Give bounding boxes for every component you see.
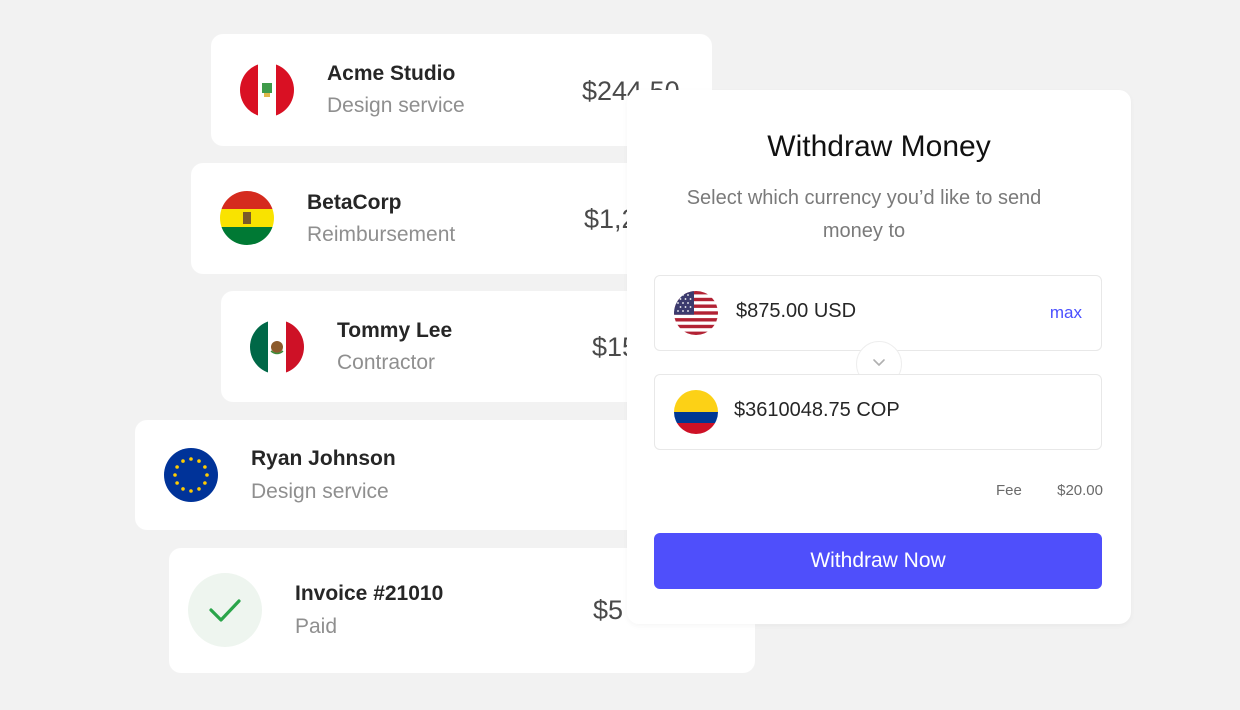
- transaction-name: Ryan Johnson: [251, 447, 396, 470]
- eu-flag-icon: [164, 448, 218, 502]
- to-amount: $3610048.75 COP: [734, 399, 900, 421]
- withdraw-money-panel: Withdraw Money Select which currency you…: [627, 90, 1131, 624]
- checkmark-icon: [188, 573, 262, 647]
- transaction-amount: $5: [593, 595, 624, 625]
- colombia-flag-icon: [674, 390, 718, 434]
- transaction-name: Acme Studio: [327, 62, 456, 85]
- mexico-flag-icon: [250, 320, 304, 374]
- transaction-description: Design service: [251, 480, 389, 503]
- withdraw-now-button[interactable]: Withdraw Now: [654, 533, 1102, 589]
- transaction-name: Tommy Lee: [337, 319, 453, 342]
- peru-flag-icon: [240, 63, 294, 117]
- bolivia-flag-icon: [220, 191, 274, 245]
- to-currency-field[interactable]: $3610048.75 COP: [654, 374, 1102, 450]
- transaction-description: Reimbursement: [307, 223, 456, 246]
- from-currency-field[interactable]: $875.00 USD max: [654, 275, 1102, 351]
- transaction-description: Paid: [295, 615, 338, 638]
- fee-label: Fee: [996, 482, 1022, 499]
- withdraw-title: Withdraw Money: [767, 130, 991, 163]
- from-amount: $875.00 USD: [736, 300, 857, 322]
- transaction-description: Contractor: [337, 351, 436, 374]
- fee-value: $20.00: [1057, 482, 1103, 499]
- usa-flag-icon: [674, 291, 718, 335]
- max-link[interactable]: max: [1050, 303, 1082, 323]
- transaction-description: Design service: [327, 94, 465, 117]
- transaction-name: BetaCorp: [307, 191, 402, 214]
- transaction-name: Invoice #21010: [295, 582, 444, 605]
- transaction-card-ryan-johnson[interactable]: Ryan Johnson Design service: [135, 420, 712, 530]
- chevron-down-icon: [872, 355, 886, 373]
- withdraw-subtitle: Select which currency you’d like to send…: [686, 187, 1042, 242]
